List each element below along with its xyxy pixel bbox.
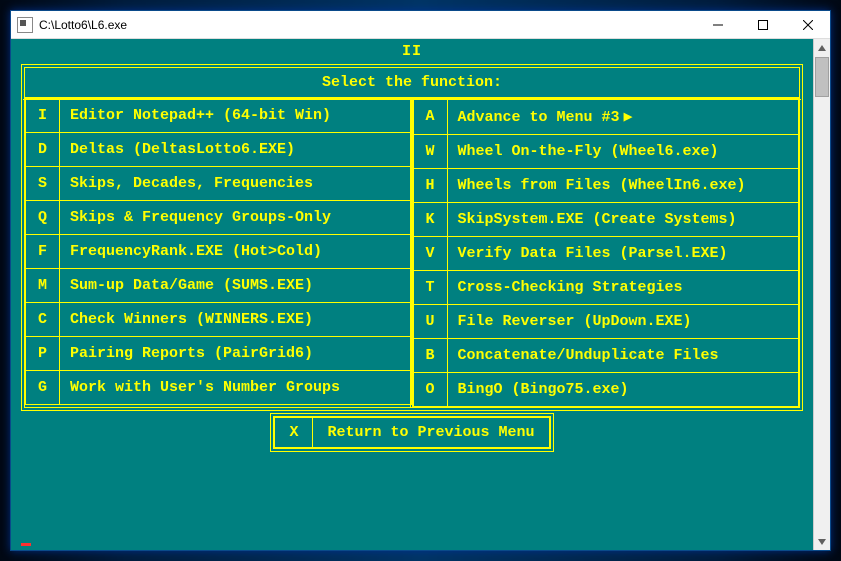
close-icon <box>803 20 813 30</box>
app-icon <box>17 17 33 33</box>
menu-item[interactable]: IEditor Notepad++ (64-bit Win) <box>26 99 412 133</box>
menu-label: File Reverser (UpDown.EXE) <box>447 305 799 339</box>
window-controls <box>695 11 830 38</box>
vertical-scrollbar[interactable] <box>813 39 830 550</box>
right-menu-table: AAdvance to Menu #3▶WWheel On-the-Fly (W… <box>413 98 800 407</box>
menu-key: X <box>275 418 313 448</box>
scroll-up-button[interactable] <box>814 39 830 56</box>
menu-heading: Select the function: <box>25 68 799 98</box>
menu-key: Q <box>26 201 60 235</box>
menu-key: S <box>26 167 60 201</box>
menu-label: Skips & Frequency Groups-Only <box>60 201 412 235</box>
minimize-button[interactable] <box>695 11 740 38</box>
menu-key: F <box>26 235 60 269</box>
left-column: IEditor Notepad++ (64-bit Win)DDeltas (D… <box>25 98 412 407</box>
menu-key: A <box>413 99 447 135</box>
menu-item[interactable]: CCheck Winners (WINNERS.EXE) <box>26 303 412 337</box>
menu-label: Editor Notepad++ (64-bit Win) <box>60 99 412 133</box>
menu-item[interactable]: AAdvance to Menu #3▶ <box>413 99 799 135</box>
menu-key: P <box>26 337 60 371</box>
menu-key: D <box>26 133 60 167</box>
footer-table: X Return to Previous Menu <box>274 417 549 448</box>
menu-label: Concatenate/Unduplicate Files <box>447 339 799 373</box>
menu-key: K <box>413 203 447 237</box>
close-button[interactable] <box>785 11 830 38</box>
menu-item[interactable]: QSkips & Frequency Groups-Only <box>26 201 412 235</box>
menu-item[interactable]: KSkipSystem.EXE (Create Systems) <box>413 203 799 237</box>
menu-item[interactable]: SSkips, Decades, Frequencies <box>26 167 412 201</box>
menu-label: BingO (Bingo75.exe) <box>447 373 799 407</box>
chevron-down-icon <box>818 539 826 545</box>
menu-item[interactable]: TCross-Checking Strategies <box>413 271 799 305</box>
menu-item[interactable]: HWheels from Files (WheelIn6.exe) <box>413 169 799 203</box>
chevron-up-icon <box>818 45 826 51</box>
menu-item[interactable]: WWheel On-the-Fly (Wheel6.exe) <box>413 135 799 169</box>
menu-label: Cross-Checking Strategies <box>447 271 799 305</box>
menu-label: Wheel On-the-Fly (Wheel6.exe) <box>447 135 799 169</box>
menu-label: Sum-up Data/Game (SUMS.EXE) <box>60 269 412 303</box>
cursor-caret <box>21 543 31 546</box>
menu-label: Pairing Reports (PairGrid6) <box>60 337 412 371</box>
right-column: AAdvance to Menu #3▶WWheel On-the-Fly (W… <box>412 98 800 407</box>
menu-key: W <box>413 135 447 169</box>
menu-item[interactable]: FFrequencyRank.EXE (Hot>Cold) <box>26 235 412 269</box>
maximize-button[interactable] <box>740 11 785 38</box>
client-area: II Select the function: IEditor Notepad+… <box>11 39 830 550</box>
menu-key: G <box>26 371 60 405</box>
titlebar[interactable]: C:\Lotto6\L6.exe <box>11 11 830 39</box>
menu-key: B <box>413 339 447 373</box>
scroll-thumb[interactable] <box>815 57 829 97</box>
menu-item[interactable]: PPairing Reports (PairGrid6) <box>26 337 412 371</box>
menu-key: I <box>26 99 60 133</box>
menu-label: Check Winners (WINNERS.EXE) <box>60 303 412 337</box>
scroll-down-button[interactable] <box>814 533 830 550</box>
menu-key: M <box>26 269 60 303</box>
menu-key: O <box>413 373 447 407</box>
maximize-icon <box>758 20 768 30</box>
menu-label: Deltas (DeltasLotto6.EXE) <box>60 133 412 167</box>
menu-key: C <box>26 303 60 337</box>
menu-label: Skips, Decades, Frequencies <box>60 167 412 201</box>
console-screen: II Select the function: IEditor Notepad+… <box>11 39 813 550</box>
menu-label: FrequencyRank.EXE (Hot>Cold) <box>60 235 412 269</box>
arrow-right-icon: ▶ <box>624 107 633 126</box>
menu-item[interactable]: VVerify Data Files (Parsel.EXE) <box>413 237 799 271</box>
left-menu-table: IEditor Notepad++ (64-bit Win)DDeltas (D… <box>25 98 412 405</box>
menu-key: U <box>413 305 447 339</box>
menu-label: Return to Previous Menu <box>313 418 549 448</box>
menu-label: Wheels from Files (WheelIn6.exe) <box>447 169 799 203</box>
menu-item[interactable]: OBingO (Bingo75.exe) <box>413 373 799 407</box>
menu-key: H <box>413 169 447 203</box>
menu-label: Work with User's Number Groups <box>60 371 412 405</box>
footer-frame: X Return to Previous Menu <box>270 413 553 452</box>
menu-item[interactable]: MSum-up Data/Game (SUMS.EXE) <box>26 269 412 303</box>
minimize-icon <box>713 20 723 30</box>
menu-label: Verify Data Files (Parsel.EXE) <box>447 237 799 271</box>
menu-columns: IEditor Notepad++ (64-bit Win)DDeltas (D… <box>25 98 799 407</box>
menu-item-return[interactable]: X Return to Previous Menu <box>275 418 549 448</box>
menu-key: V <box>413 237 447 271</box>
footer-row: X Return to Previous Menu <box>21 413 803 452</box>
menu-item[interactable]: GWork with User's Number Groups <box>26 371 412 405</box>
menu-item[interactable]: BConcatenate/Unduplicate Files <box>413 339 799 373</box>
menu-label: SkipSystem.EXE (Create Systems) <box>447 203 799 237</box>
menu-label: Advance to Menu #3▶ <box>447 99 799 135</box>
menu-key: T <box>413 271 447 305</box>
screen-number: II <box>21 43 803 60</box>
menu-item[interactable]: UFile Reverser (UpDown.EXE) <box>413 305 799 339</box>
window-title: C:\Lotto6\L6.exe <box>39 18 695 32</box>
menu-item[interactable]: DDeltas (DeltasLotto6.EXE) <box>26 133 412 167</box>
menu-frame: Select the function: IEditor Notepad++ (… <box>21 64 803 411</box>
app-window: C:\Lotto6\L6.exe II Select the function:… <box>10 10 831 551</box>
